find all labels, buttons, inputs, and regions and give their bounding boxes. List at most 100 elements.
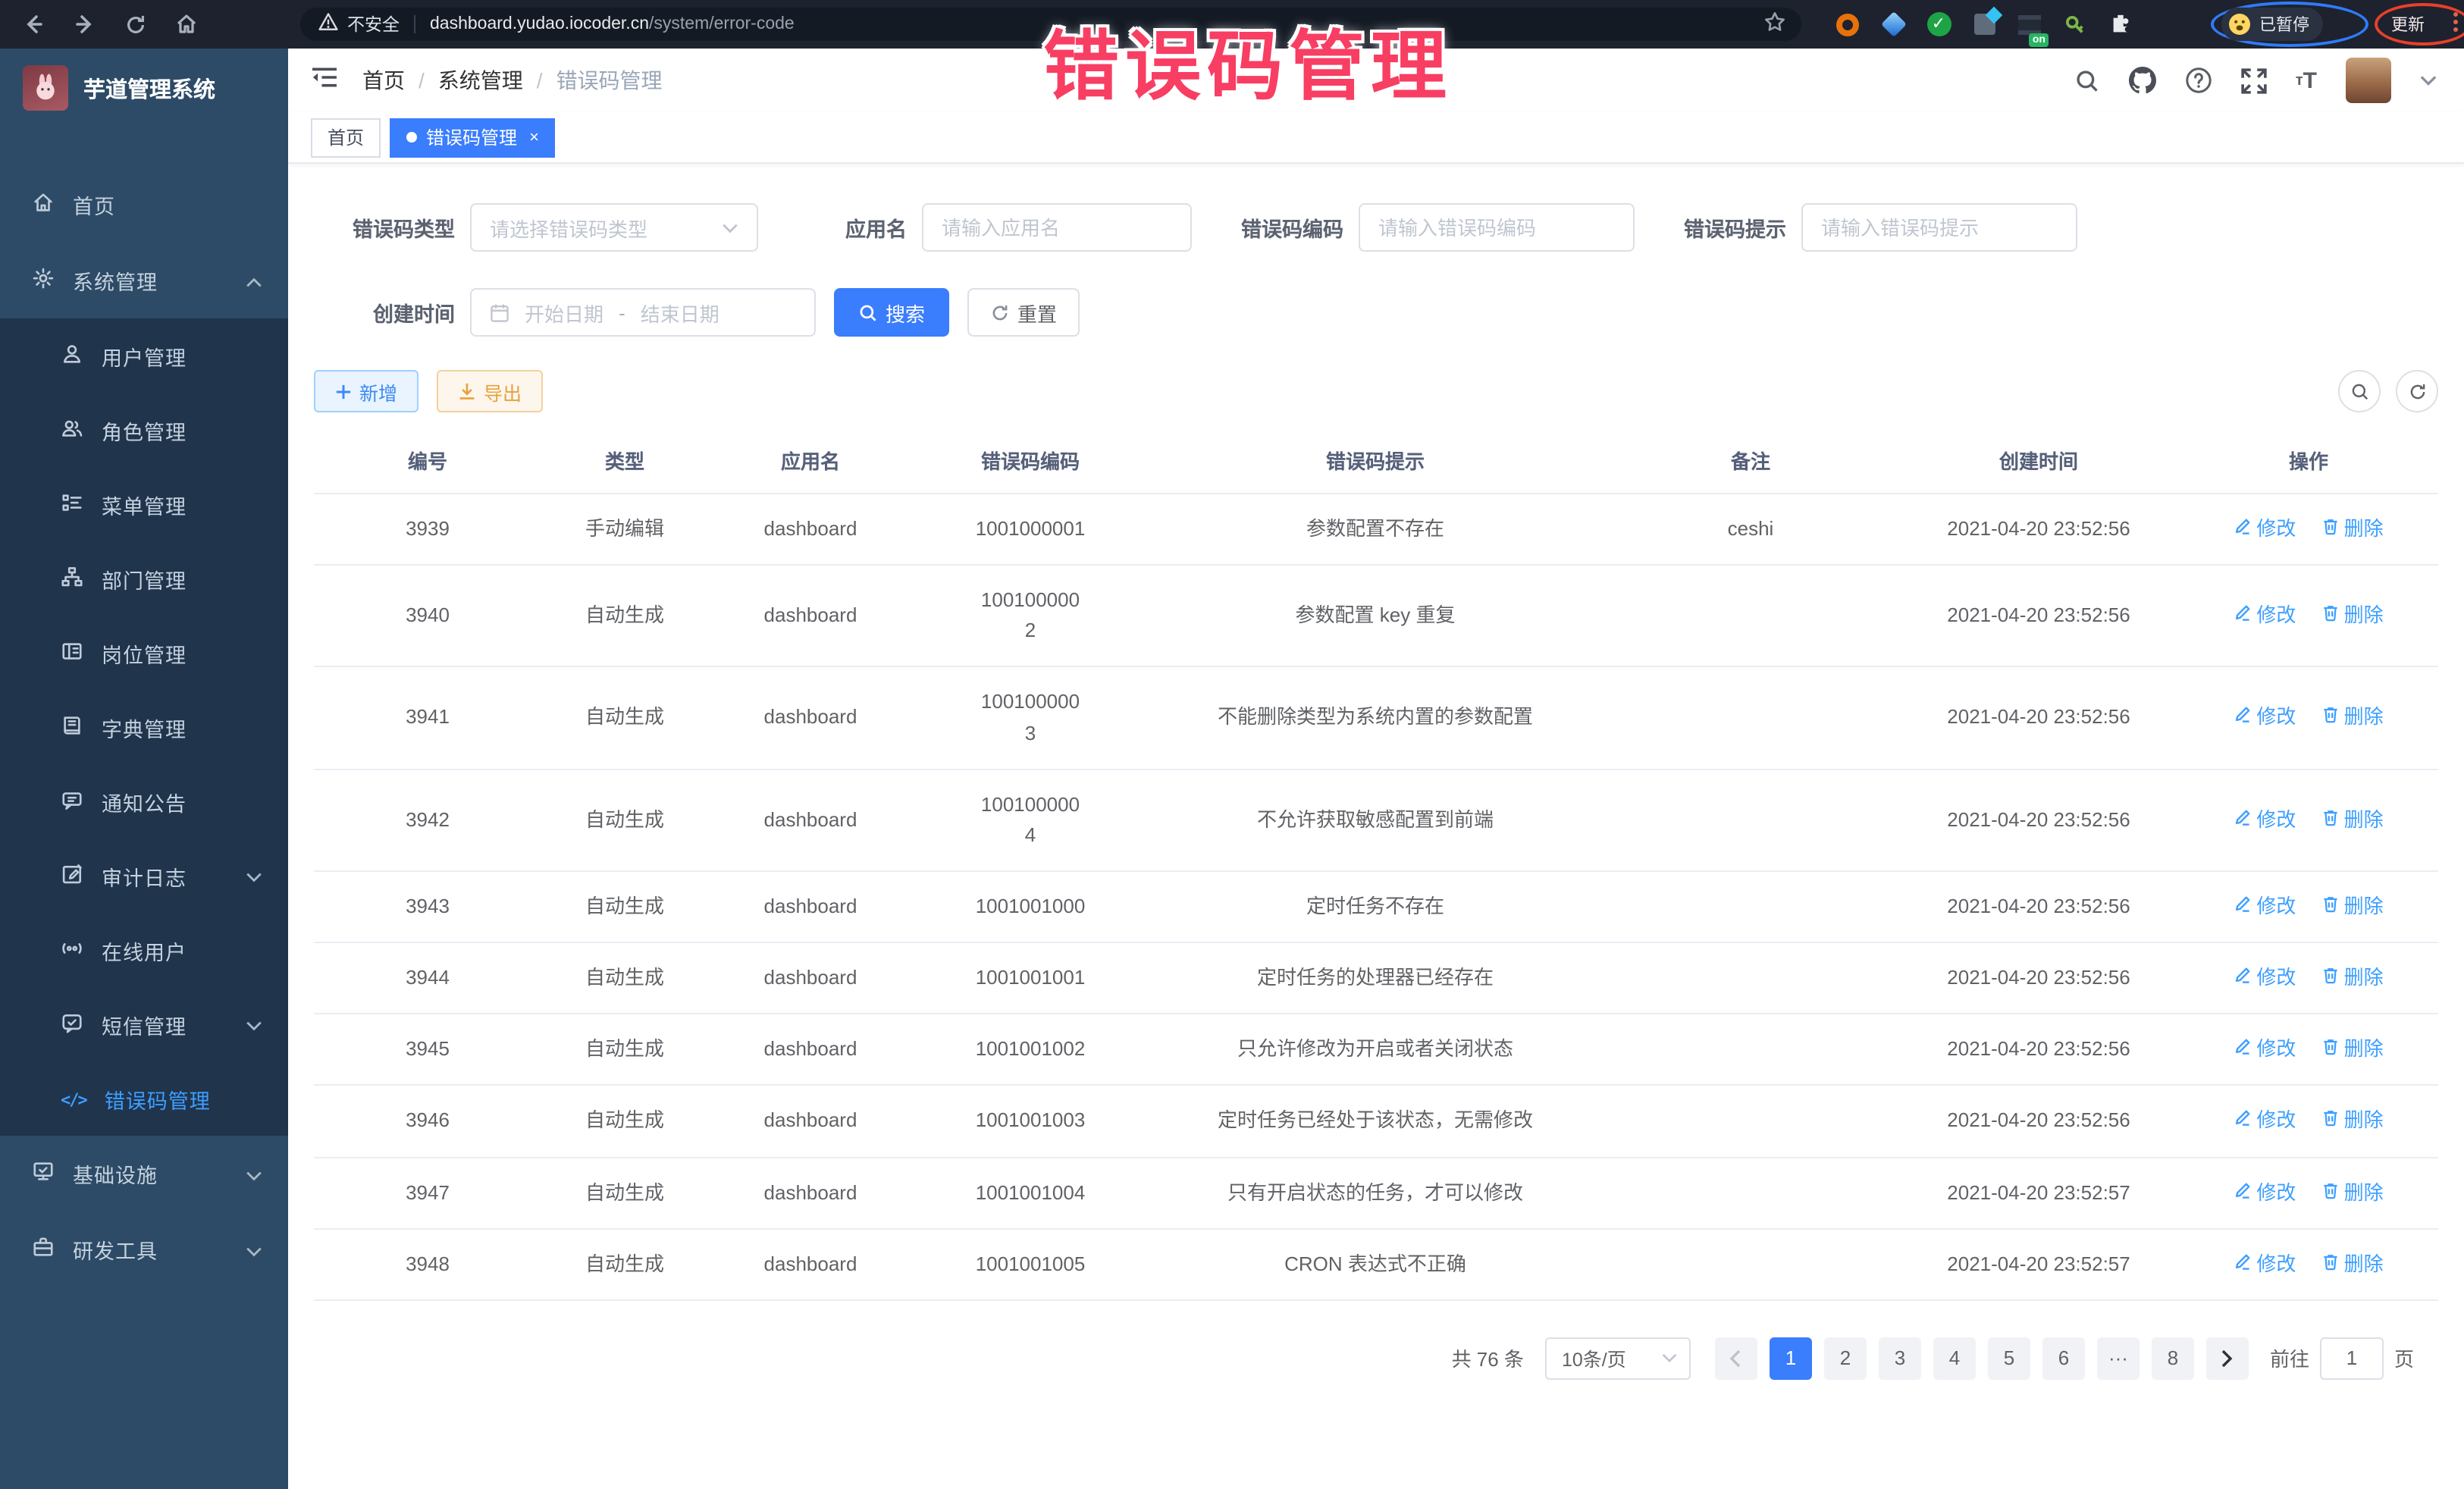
extension-check-icon[interactable]: ✓ [1926, 11, 1951, 37]
sidebar-item-首页[interactable]: 首页 [0, 167, 288, 243]
page-button-···[interactable]: ··· [2097, 1337, 2140, 1380]
reset-button[interactable]: 重置 [967, 288, 1080, 337]
sidebar-item-字典管理[interactable]: 字典管理 [0, 690, 288, 764]
browser-menu-icon[interactable] [2453, 12, 2458, 32]
security-label: 不安全 [347, 12, 400, 36]
goto-page-input[interactable] [2320, 1337, 2384, 1380]
delete-link[interactable]: 删除 [2321, 805, 2384, 835]
update-button[interactable]: 更新 [2387, 11, 2429, 38]
sidebar-item-通知公告[interactable]: 通知公告 [0, 764, 288, 839]
search-icon[interactable] [2074, 67, 2100, 93]
delete-link[interactable]: 删除 [2321, 892, 2384, 922]
sidebar-item-菜单管理[interactable]: 菜单管理 [0, 467, 288, 541]
edit-link[interactable]: 修改 [2234, 514, 2296, 544]
app-logo[interactable]: 芋道管理系统 [0, 49, 288, 127]
github-icon[interactable] [2129, 67, 2156, 94]
trash-icon [2321, 1035, 2340, 1065]
user-avatar[interactable] [2346, 58, 2391, 103]
page-button-4[interactable]: 4 [1933, 1337, 1976, 1380]
page-button-3[interactable]: 3 [1879, 1337, 1921, 1380]
page-button-8[interactable]: 8 [2152, 1337, 2194, 1380]
collapse-sidebar-icon[interactable] [311, 64, 338, 96]
delete-link[interactable]: 删除 [2321, 1249, 2384, 1279]
extension-gem-icon[interactable] [1880, 11, 1906, 37]
date-range-picker[interactable]: 开始日期 - 结束日期 [470, 288, 816, 337]
page-button-2[interactable]: 2 [1824, 1337, 1867, 1380]
edit-link[interactable]: 修改 [2234, 805, 2296, 835]
tag-首页[interactable]: 首页 [311, 118, 381, 157]
next-page-button[interactable] [2206, 1337, 2249, 1380]
tag-错误码管理[interactable]: 错误码管理× [390, 118, 556, 157]
forward-icon[interactable] [73, 12, 97, 36]
sidebar-item-基础设施[interactable]: 基础设施 [0, 1136, 288, 1212]
refresh-table-button[interactable] [2396, 370, 2438, 412]
search-icon [858, 303, 878, 322]
delete-link[interactable]: 删除 [2321, 1035, 2384, 1065]
breadcrumb-home[interactable]: 首页 [362, 65, 405, 96]
sidebar-item-岗位管理[interactable]: 岗位管理 [0, 616, 288, 690]
edit-link[interactable]: 修改 [2234, 703, 2296, 733]
error-type-select[interactable]: 请选择错误码类型 [470, 203, 758, 252]
extension-switch-icon[interactable]: on [2017, 11, 2042, 37]
close-tab-icon[interactable]: × [529, 128, 539, 146]
edit-link[interactable]: 修改 [2234, 1035, 2296, 1065]
delete-link[interactable]: 删除 [2321, 1177, 2384, 1208]
sidebar-item-系统管理[interactable]: 系统管理 [0, 243, 288, 318]
sidebar-item-用户管理[interactable]: 用户管理 [0, 318, 288, 393]
edit-link[interactable]: 修改 [2234, 1106, 2296, 1136]
back-icon[interactable] [21, 12, 45, 36]
reload-icon[interactable] [124, 13, 147, 36]
sidebar-item-审计日志[interactable]: 审计日志 [0, 839, 288, 913]
col-actions: 操作 [2179, 428, 2438, 494]
cell-remark [1603, 1086, 1898, 1157]
error-msg-input[interactable] [1801, 203, 2077, 252]
address-bar[interactable]: 不安全 dashboard.yudao.iocoder.cn/system/er… [300, 8, 1801, 41]
delete-link[interactable]: 删除 [2321, 703, 2384, 733]
cell-id: 3942 [314, 769, 541, 871]
prev-page-button[interactable] [1715, 1337, 1757, 1380]
home-icon[interactable] [174, 12, 199, 36]
delete-link[interactable]: 删除 [2321, 963, 2384, 993]
extension-key-icon[interactable] [2062, 11, 2088, 37]
search-button[interactable]: 搜索 [834, 288, 949, 337]
edit-link[interactable]: 修改 [2234, 892, 2296, 922]
col-remark: 备注 [1603, 428, 1898, 494]
page-size-select[interactable]: 10条/页 [1545, 1337, 1691, 1380]
sidebar-item-部门管理[interactable]: 部门管理 [0, 541, 288, 616]
cell-app: dashboard [708, 769, 913, 871]
help-icon[interactable] [2185, 67, 2212, 94]
delete-link[interactable]: 删除 [2321, 600, 2384, 631]
trash-icon [2321, 1177, 2340, 1208]
show-search-button[interactable] [2338, 370, 2381, 412]
menu-list-icon [61, 491, 83, 518]
fullscreen-icon[interactable] [2241, 67, 2267, 93]
profile-paused-chip[interactable]: 已暂停 [2221, 8, 2323, 41]
sidebar-item-短信管理[interactable]: 短信管理 [0, 987, 288, 1061]
sidebar-item-角色管理[interactable]: 角色管理 [0, 393, 288, 467]
edit-link[interactable]: 修改 [2234, 1177, 2296, 1208]
megaphone-icon [61, 788, 83, 815]
page-button-1[interactable]: 1 [1770, 1337, 1812, 1380]
delete-link[interactable]: 删除 [2321, 1106, 2384, 1136]
bookmark-star-icon[interactable] [1763, 11, 1786, 38]
font-size-icon[interactable]: тT [2296, 67, 2317, 93]
page-button-5[interactable]: 5 [1988, 1337, 2030, 1380]
add-button[interactable]: 新增 [314, 370, 419, 412]
extensions-puzzle-icon[interactable] [2108, 11, 2133, 37]
page-button-6[interactable]: 6 [2042, 1337, 2085, 1380]
edit-link[interactable]: 修改 [2234, 963, 2296, 993]
edit-link[interactable]: 修改 [2234, 1249, 2296, 1279]
error-code-input[interactable] [1359, 203, 1635, 252]
edit-link[interactable]: 修改 [2234, 600, 2296, 631]
extension-orange-icon[interactable] [1835, 11, 1861, 37]
export-button[interactable]: 导出 [437, 370, 543, 412]
sidebar-item-研发工具[interactable]: 研发工具 [0, 1212, 288, 1287]
table-row: 3940 自动生成 dashboard 100100000 2 参数配置 key… [314, 565, 2438, 667]
chevron-down-icon[interactable] [2420, 67, 2437, 94]
sidebar-item-错误码管理[interactable]: </>错误码管理 [0, 1061, 288, 1136]
delete-link[interactable]: 删除 [2321, 514, 2384, 544]
extension-grid-icon[interactable] [1971, 11, 1997, 37]
breadcrumb-system[interactable]: 系统管理 [438, 65, 523, 96]
sidebar-item-在线用户[interactable]: 在线用户 [0, 913, 288, 987]
app-name-input[interactable] [922, 203, 1192, 252]
